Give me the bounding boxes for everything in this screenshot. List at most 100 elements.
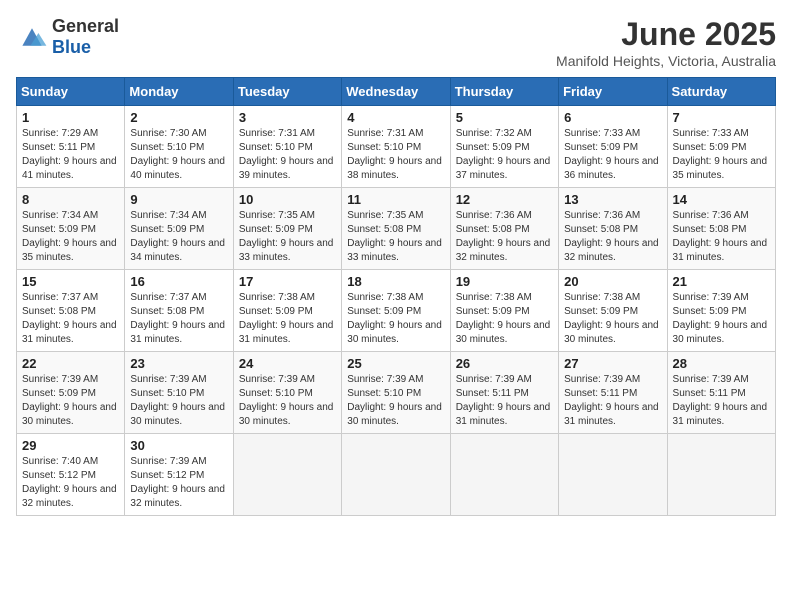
calendar-day-cell: 3 Sunrise: 7:31 AMSunset: 5:10 PMDayligh… [233, 106, 341, 188]
day-info: Sunrise: 7:39 AMSunset: 5:10 PMDaylight:… [347, 373, 444, 429]
main-title: June 2025 [556, 16, 776, 53]
day-number: 16 [130, 274, 227, 289]
day-number: 19 [456, 274, 553, 289]
day-info: Sunrise: 7:39 AMSunset: 5:11 PMDaylight:… [564, 373, 661, 429]
day-info: Sunrise: 7:33 AMSunset: 5:09 PMDaylight:… [564, 127, 661, 183]
day-number: 5 [456, 110, 553, 125]
calendar-day-cell: 21 Sunrise: 7:39 AMSunset: 5:09 PMDaylig… [667, 270, 775, 352]
subtitle: Manifold Heights, Victoria, Australia [556, 53, 776, 69]
day-number: 27 [564, 356, 661, 371]
day-info: Sunrise: 7:39 AMSunset: 5:11 PMDaylight:… [673, 373, 770, 429]
logo-icon [16, 23, 48, 51]
day-number: 28 [673, 356, 770, 371]
day-number: 18 [347, 274, 444, 289]
calendar-day-cell: 8 Sunrise: 7:34 AMSunset: 5:09 PMDayligh… [17, 188, 125, 270]
day-info: Sunrise: 7:36 AMSunset: 5:08 PMDaylight:… [456, 209, 553, 265]
day-number: 12 [456, 192, 553, 207]
calendar-header-wednesday: Wednesday [342, 78, 450, 106]
day-number: 11 [347, 192, 444, 207]
calendar-day-cell: 12 Sunrise: 7:36 AMSunset: 5:08 PMDaylig… [450, 188, 558, 270]
day-number: 14 [673, 192, 770, 207]
calendar-week-row: 15 Sunrise: 7:37 AMSunset: 5:08 PMDaylig… [17, 270, 776, 352]
calendar-day-cell: 14 Sunrise: 7:36 AMSunset: 5:08 PMDaylig… [667, 188, 775, 270]
calendar-week-row: 1 Sunrise: 7:29 AMSunset: 5:11 PMDayligh… [17, 106, 776, 188]
calendar-day-cell [559, 434, 667, 516]
calendar-header-thursday: Thursday [450, 78, 558, 106]
day-info: Sunrise: 7:30 AMSunset: 5:10 PMDaylight:… [130, 127, 227, 183]
header: General Blue June 2025 Manifold Heights,… [16, 16, 776, 69]
calendar-header-saturday: Saturday [667, 78, 775, 106]
day-info: Sunrise: 7:38 AMSunset: 5:09 PMDaylight:… [347, 291, 444, 347]
day-number: 10 [239, 192, 336, 207]
calendar-day-cell: 5 Sunrise: 7:32 AMSunset: 5:09 PMDayligh… [450, 106, 558, 188]
day-number: 4 [347, 110, 444, 125]
calendar-day-cell: 10 Sunrise: 7:35 AMSunset: 5:09 PMDaylig… [233, 188, 341, 270]
calendar-day-cell: 2 Sunrise: 7:30 AMSunset: 5:10 PMDayligh… [125, 106, 233, 188]
calendar-day-cell: 18 Sunrise: 7:38 AMSunset: 5:09 PMDaylig… [342, 270, 450, 352]
day-number: 7 [673, 110, 770, 125]
logo-text: General Blue [52, 16, 119, 58]
day-info: Sunrise: 7:35 AMSunset: 5:09 PMDaylight:… [239, 209, 336, 265]
day-info: Sunrise: 7:38 AMSunset: 5:09 PMDaylight:… [239, 291, 336, 347]
calendar-day-cell: 15 Sunrise: 7:37 AMSunset: 5:08 PMDaylig… [17, 270, 125, 352]
calendar-day-cell: 27 Sunrise: 7:39 AMSunset: 5:11 PMDaylig… [559, 352, 667, 434]
calendar-week-row: 22 Sunrise: 7:39 AMSunset: 5:09 PMDaylig… [17, 352, 776, 434]
day-number: 21 [673, 274, 770, 289]
day-info: Sunrise: 7:31 AMSunset: 5:10 PMDaylight:… [239, 127, 336, 183]
day-info: Sunrise: 7:36 AMSunset: 5:08 PMDaylight:… [673, 209, 770, 265]
calendar-header-sunday: Sunday [17, 78, 125, 106]
day-info: Sunrise: 7:35 AMSunset: 5:08 PMDaylight:… [347, 209, 444, 265]
calendar-day-cell: 20 Sunrise: 7:38 AMSunset: 5:09 PMDaylig… [559, 270, 667, 352]
day-info: Sunrise: 7:38 AMSunset: 5:09 PMDaylight:… [456, 291, 553, 347]
day-number: 26 [456, 356, 553, 371]
day-info: Sunrise: 7:39 AMSunset: 5:09 PMDaylight:… [22, 373, 119, 429]
calendar-day-cell: 1 Sunrise: 7:29 AMSunset: 5:11 PMDayligh… [17, 106, 125, 188]
calendar-day-cell: 30 Sunrise: 7:39 AMSunset: 5:12 PMDaylig… [125, 434, 233, 516]
day-info: Sunrise: 7:39 AMSunset: 5:10 PMDaylight:… [130, 373, 227, 429]
day-number: 20 [564, 274, 661, 289]
day-number: 6 [564, 110, 661, 125]
day-number: 3 [239, 110, 336, 125]
calendar-day-cell: 22 Sunrise: 7:39 AMSunset: 5:09 PMDaylig… [17, 352, 125, 434]
calendar-day-cell: 19 Sunrise: 7:38 AMSunset: 5:09 PMDaylig… [450, 270, 558, 352]
calendar-week-row: 29 Sunrise: 7:40 AMSunset: 5:12 PMDaylig… [17, 434, 776, 516]
calendar-week-row: 8 Sunrise: 7:34 AMSunset: 5:09 PMDayligh… [17, 188, 776, 270]
day-info: Sunrise: 7:39 AMSunset: 5:10 PMDaylight:… [239, 373, 336, 429]
day-info: Sunrise: 7:33 AMSunset: 5:09 PMDaylight:… [673, 127, 770, 183]
day-info: Sunrise: 7:40 AMSunset: 5:12 PMDaylight:… [22, 455, 119, 511]
calendar-day-cell: 25 Sunrise: 7:39 AMSunset: 5:10 PMDaylig… [342, 352, 450, 434]
calendar-day-cell: 7 Sunrise: 7:33 AMSunset: 5:09 PMDayligh… [667, 106, 775, 188]
calendar-day-cell [342, 434, 450, 516]
calendar-header-monday: Monday [125, 78, 233, 106]
day-number: 23 [130, 356, 227, 371]
title-area: June 2025 Manifold Heights, Victoria, Au… [556, 16, 776, 69]
calendar-day-cell: 6 Sunrise: 7:33 AMSunset: 5:09 PMDayligh… [559, 106, 667, 188]
calendar-day-cell: 23 Sunrise: 7:39 AMSunset: 5:10 PMDaylig… [125, 352, 233, 434]
day-info: Sunrise: 7:39 AMSunset: 5:12 PMDaylight:… [130, 455, 227, 511]
calendar-day-cell [450, 434, 558, 516]
day-number: 22 [22, 356, 119, 371]
calendar-day-cell [667, 434, 775, 516]
day-info: Sunrise: 7:38 AMSunset: 5:09 PMDaylight:… [564, 291, 661, 347]
calendar-header-friday: Friday [559, 78, 667, 106]
day-number: 25 [347, 356, 444, 371]
day-info: Sunrise: 7:39 AMSunset: 5:09 PMDaylight:… [673, 291, 770, 347]
day-info: Sunrise: 7:32 AMSunset: 5:09 PMDaylight:… [456, 127, 553, 183]
day-info: Sunrise: 7:34 AMSunset: 5:09 PMDaylight:… [130, 209, 227, 265]
day-number: 15 [22, 274, 119, 289]
day-number: 2 [130, 110, 227, 125]
calendar-header-tuesday: Tuesday [233, 78, 341, 106]
calendar-day-cell: 26 Sunrise: 7:39 AMSunset: 5:11 PMDaylig… [450, 352, 558, 434]
calendar-day-cell: 9 Sunrise: 7:34 AMSunset: 5:09 PMDayligh… [125, 188, 233, 270]
day-number: 29 [22, 438, 119, 453]
day-number: 24 [239, 356, 336, 371]
day-info: Sunrise: 7:34 AMSunset: 5:09 PMDaylight:… [22, 209, 119, 265]
calendar-day-cell: 4 Sunrise: 7:31 AMSunset: 5:10 PMDayligh… [342, 106, 450, 188]
calendar-day-cell: 17 Sunrise: 7:38 AMSunset: 5:09 PMDaylig… [233, 270, 341, 352]
calendar-header-row: SundayMondayTuesdayWednesdayThursdayFrid… [17, 78, 776, 106]
day-info: Sunrise: 7:36 AMSunset: 5:08 PMDaylight:… [564, 209, 661, 265]
calendar-day-cell [233, 434, 341, 516]
logo-general: General [52, 16, 119, 36]
day-number: 8 [22, 192, 119, 207]
calendar-day-cell: 28 Sunrise: 7:39 AMSunset: 5:11 PMDaylig… [667, 352, 775, 434]
